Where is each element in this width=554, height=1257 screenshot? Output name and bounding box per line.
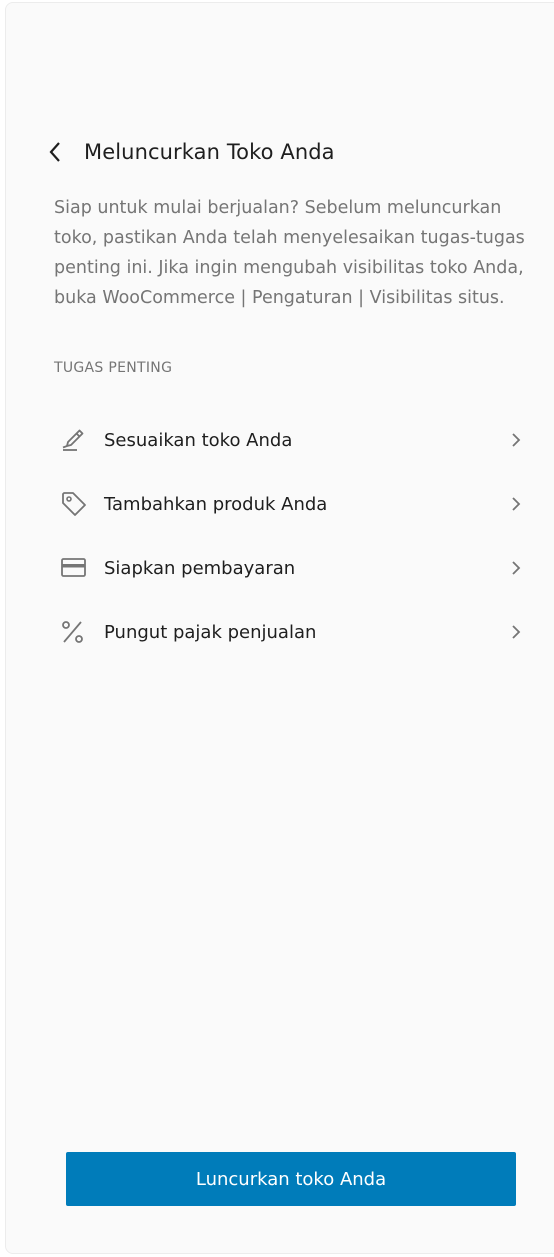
- chevron-left-icon: [49, 142, 60, 162]
- page-description: Siap untuk mulai berjualan? Sebelum melu…: [54, 198, 525, 308]
- task-label: Pungut pajak penjualan: [104, 621, 317, 643]
- page-title: Meluncurkan Toko Anda: [84, 140, 335, 164]
- chevron-right-icon: [506, 558, 526, 578]
- credit-card-icon: [54, 552, 94, 584]
- chevron-right-icon: [506, 430, 526, 450]
- task-item-customize-store[interactable]: Sesuaikan toko Anda: [54, 408, 534, 472]
- task-label: Sesuaikan toko Anda: [104, 429, 293, 451]
- brush-icon: [54, 424, 94, 456]
- task-item-setup-payments[interactable]: Siapkan pembayaran: [54, 536, 534, 600]
- chevron-right-icon: [506, 494, 526, 514]
- section-heading: TUGAS PENTING: [54, 360, 173, 376]
- launch-store-button[interactable]: Luncurkan toko Anda: [66, 1152, 516, 1206]
- chevron-right-icon: [506, 622, 526, 642]
- task-list: Sesuaikan toko Anda Tambahkan produk And…: [54, 408, 534, 664]
- task-item-collect-tax[interactable]: Pungut pajak penjualan: [54, 600, 534, 664]
- task-item-add-products[interactable]: Tambahkan produk Anda: [54, 472, 534, 536]
- percent-icon: [54, 616, 94, 648]
- task-label: Siapkan pembayaran: [104, 557, 296, 579]
- panel-header: Meluncurkan Toko Anda: [48, 134, 335, 170]
- task-label: Tambahkan produk Anda: [104, 493, 328, 515]
- tag-icon: [54, 488, 94, 520]
- back-button[interactable]: [48, 134, 68, 170]
